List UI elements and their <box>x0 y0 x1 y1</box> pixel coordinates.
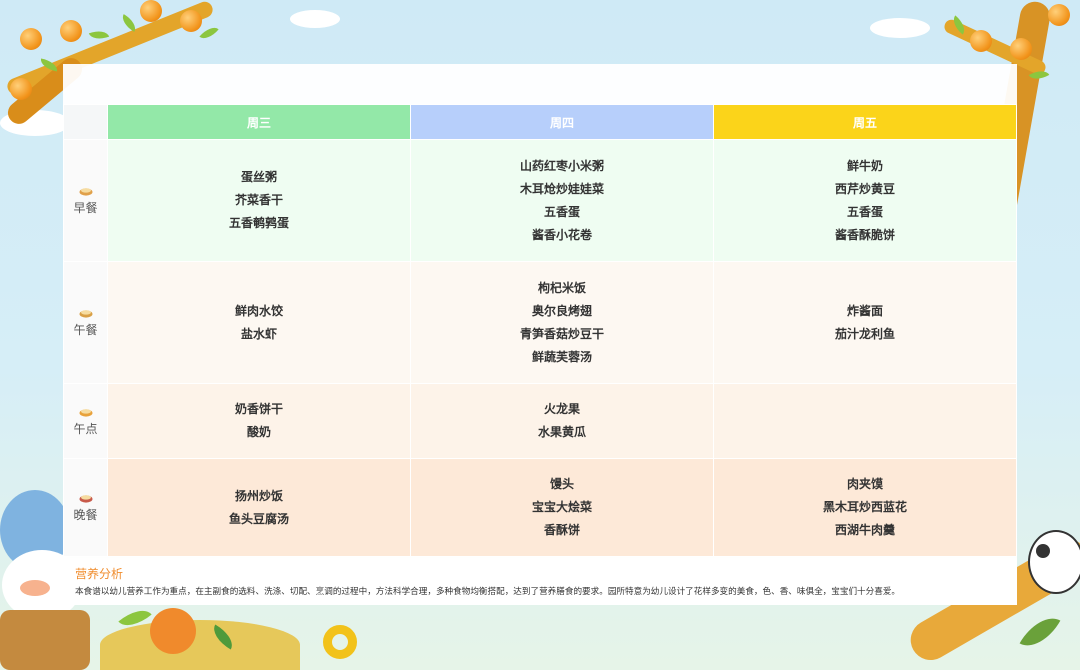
dish-item: 五香蛋 <box>846 204 883 219</box>
menu-panel: 周三 周四 周五 早餐 蛋丝粥 芥菜香干 五香鹌鹑蛋 山药红枣小米粥 木耳炝炒娃娃菜 五香蛋… <box>63 64 1017 605</box>
menu-cell-snack-wednesday: 奶香饼干 酸奶 <box>107 383 411 459</box>
nutrition-analysis: 营养分析 本食谱以幼儿营养工作为重点，在主副食的选料、洗涤、切配、烹调的过程中，… <box>63 558 1017 605</box>
dish-item: 蛋丝粥 <box>240 170 277 184</box>
menu-cell-snack-thursday: 火龙果 水果黄瓜 <box>410 383 714 459</box>
day-header-friday: 周五 <box>713 104 1017 140</box>
menu-cell-dinner-friday: 肉夹馍黑木耳炒西蓝花 西湖牛肉羹 <box>713 458 1017 557</box>
dish-item: 西湖牛肉羹 <box>834 523 895 537</box>
dish-item: 五香鹌鹑蛋 <box>228 216 289 230</box>
dish-item: 枸杞米饭 <box>537 280 586 295</box>
menu-cell-snack-friday <box>713 383 1017 459</box>
meal-name: 晚餐 <box>73 508 98 522</box>
meal-name: 早餐 <box>73 201 98 215</box>
day-header-thursday: 周四 <box>410 104 714 140</box>
menu-cell-dinner-thursday: 馒头宝宝大烩菜香酥饼 <box>410 458 714 557</box>
donut-decoration <box>323 625 357 659</box>
dish-item: 鲜肉水饺 <box>234 303 283 318</box>
dish-item: 扬州炒饭 <box>234 488 283 503</box>
menu-cell-lunch-thursday: 枸杞米饭奥尔良烤翅青笋香菇炒豆干 鲜蔬芙蓉汤 <box>410 261 714 384</box>
dish-item: 酸奶 <box>246 425 271 439</box>
dish-item: 茄汁龙利鱼 <box>834 326 895 341</box>
meal-label-dinner: 晚餐 <box>63 458 108 557</box>
dish-item: 西芹炒黄豆 <box>834 181 895 196</box>
nutrition-text: 本食谱以幼儿营养工作为重点，在主副食的选料、洗涤、切配、烹调的过程中，方法科学合… <box>75 587 901 597</box>
menu-cell-breakfast-wednesday: 蛋丝粥芥菜香干五香鹌鹑蛋 <box>107 139 411 262</box>
dish-item: 肉夹馍 <box>846 477 883 491</box>
bun-icon <box>79 185 93 196</box>
dish-icon <box>79 492 93 503</box>
meal-label-breakfast: 早餐 <box>63 139 108 262</box>
meal-row-snack: 午点 奶香饼干 酸奶 火龙果 水果黄瓜 <box>63 383 1017 459</box>
dish-item: 酱香酥脆饼 <box>834 227 895 242</box>
nutrition-title: 营养分析 <box>75 567 124 581</box>
meal-name: 午餐 <box>73 323 98 337</box>
dish-item: 水果黄瓜 <box>537 425 586 439</box>
dish-item: 青笋香菇炒豆干 <box>519 326 604 341</box>
menu-cell-breakfast-thursday: 山药红枣小米粥 木耳炝炒娃娃菜 五香蛋酱香小花卷 <box>410 139 714 262</box>
table-corner <box>63 104 108 140</box>
dish-item: 馒头 <box>549 477 574 491</box>
dish-item: 酱香小花卷 <box>531 227 592 242</box>
dish-item: 鱼头豆腐汤 <box>228 511 289 526</box>
page-title <box>63 64 1017 104</box>
meal-row-dinner: 晚餐 扬州炒饭 鱼头豆腐汤 馒头 宝宝大烩菜 香酥饼 肉夹馍 黑木耳炒西蓝花 西湖牛肉羹 <box>63 458 1017 557</box>
dish-item: 火龙果 <box>543 402 580 416</box>
dish-item: 炸酱面 <box>846 303 883 318</box>
dish-item: 盐水虾 <box>240 326 277 341</box>
menu-cell-lunch-friday: 炸酱面 茄汁龙利鱼 <box>713 261 1017 384</box>
meal-name: 午点 <box>73 421 98 436</box>
dish-item: 山药红枣小米粥 <box>519 158 604 173</box>
dish-item: 五香蛋 <box>543 204 580 219</box>
day-header-row: 周三 周四 周五 <box>63 104 1017 140</box>
menu-cell-lunch-wednesday: 鲜肉水饺 盐水虾 <box>107 261 411 384</box>
meal-row-lunch: 午餐 鲜肉水饺 盐水虾 枸杞米饭 奥尔良烤翅 青笋香菇炒豆干 鲜蔬芙蓉汤 炸酱面 茄汁龙利鱼 <box>63 261 1017 384</box>
meal-label-lunch: 午餐 <box>63 261 108 384</box>
bowl-icon <box>79 307 93 318</box>
meal-row-breakfast: 早餐 蛋丝粥 芥菜香干 五香鹌鹑蛋 山药红枣小米粥 木耳炝炒娃娃菜 五香蛋 酱香小花卷 鲜牛奶西… <box>63 139 1017 262</box>
snack-icon <box>79 406 93 417</box>
weekly-menu-table: 周三 周四 周五 早餐 蛋丝粥 芥菜香干 五香鹌鹑蛋 山药红枣小米粥 木耳炝炒娃娃菜 五香蛋… <box>63 104 1017 557</box>
dish-item: 鲜牛奶 <box>846 158 883 173</box>
dish-item: 香酥饼 <box>543 523 580 537</box>
dish-item: 奶香饼干 <box>234 402 283 416</box>
day-header-wednesday: 周三 <box>107 104 411 140</box>
dish-item: 奥尔良烤翅 <box>531 303 592 318</box>
dish-item: 芥菜香干 <box>234 193 283 207</box>
menu-cell-dinner-wednesday: 扬州炒饭 鱼头豆腐汤 <box>107 458 411 557</box>
cloud-decoration <box>870 18 930 38</box>
cloud-decoration <box>290 10 340 28</box>
menu-cell-breakfast-friday: 鲜牛奶西芹炒黄豆五香蛋酱香酥脆饼 <box>713 139 1017 262</box>
meal-label-snack: 午点 <box>63 383 108 459</box>
dish-item: 黑木耳炒西蓝花 <box>822 500 907 514</box>
dish-item: 鲜蔬芙蓉汤 <box>531 349 592 364</box>
dish-item: 木耳炝炒娃娃菜 <box>519 181 604 196</box>
dish-item: 宝宝大烩菜 <box>531 500 592 514</box>
